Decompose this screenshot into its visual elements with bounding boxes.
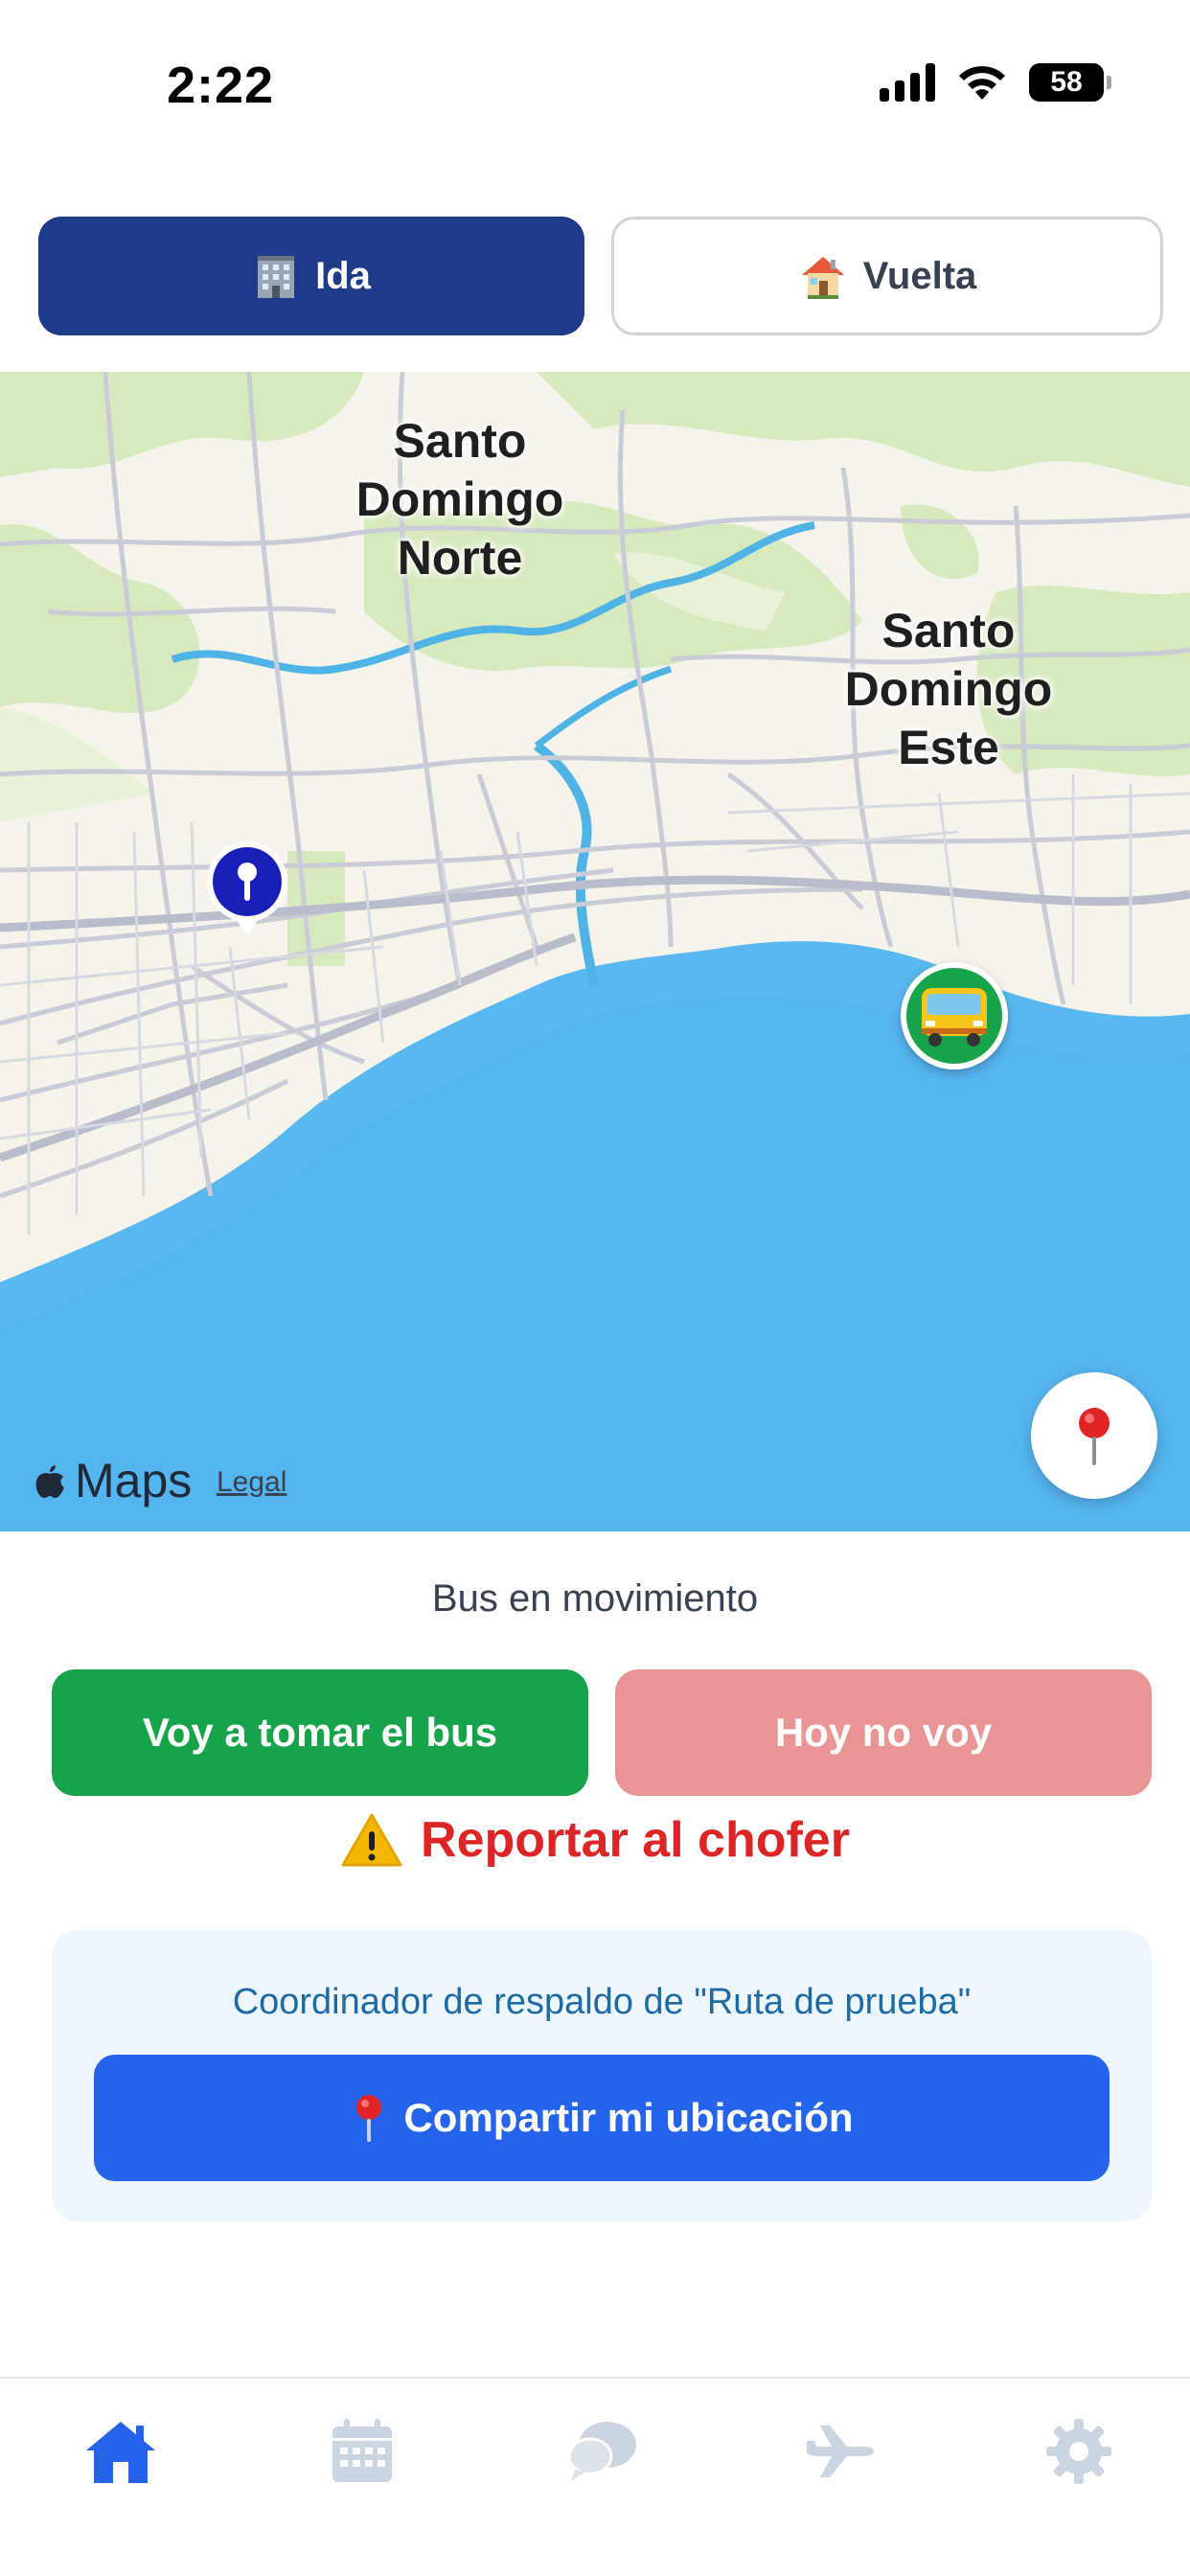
attendance-actions: Voy a tomar el bus Hoy no voy [52,1669,1152,1796]
wifi-icon [959,66,1005,100]
maps-brand: Maps [75,1454,193,1507]
bottom-tab-bar [0,2377,1190,2576]
pin-location-button[interactable] [1031,1372,1157,1499]
office-building-icon [258,256,295,298]
status-bar: 2:22 58 [0,0,1190,182]
tab-home[interactable] [73,2404,169,2499]
bus-location-icon[interactable] [901,962,1008,1070]
apple-maps-attribution: Maps [33,1453,192,1508]
airplane-icon [807,2426,874,2477]
take-bus-button[interactable]: Voy a tomar el bus [52,1669,588,1796]
share-location-button[interactable]: Compartir mi ubicación [94,2055,1110,2181]
map-label-santo-domingo-norte: Santo Domingo Norte [355,414,564,585]
report-driver-button[interactable]: Reportar al chofer [0,1811,1190,1869]
ida-label: Ida [315,254,371,297]
map-view[interactable]: Santo Domingo Norte Santo Domingo Este M… [0,372,1190,1531]
share-location-label: Compartir mi ubicación [403,2095,854,2140]
report-driver-label: Reportar al chofer [421,1812,850,1868]
chat-icon [567,2422,636,2481]
settings-icon [1046,2419,1111,2484]
tab-trips[interactable] [791,2404,887,2499]
ida-button[interactable]: Ida [38,217,584,335]
backup-coordinator-card: Coordinador de respaldo de "Ruta de prue… [52,1930,1152,2221]
tab-chat[interactable] [554,2404,650,2499]
stop-pin-icon[interactable] [205,840,289,939]
calendar-icon [332,2419,392,2482]
cellular-signal-icon [880,63,935,102]
direction-toggle: Ida Vuelta [38,217,1163,335]
battery-icon: 58 [1029,63,1111,102]
warning-icon [341,1813,402,1867]
maps-legal-link[interactable]: Legal [217,1466,286,1499]
red-pushpin-icon [1079,1408,1110,1465]
map-label-santo-domingo-este: Santo Domingo Este [844,604,1053,774]
vuelta-button[interactable]: Vuelta [611,217,1163,335]
not-going-today-button[interactable]: Hoy no voy [615,1669,1152,1796]
apple-logo-icon [35,1465,64,1498]
bus-status-text: Bus en movimiento [431,1577,759,1620]
status-time: 2:22 [167,57,275,114]
red-pushpin-icon [356,2095,382,2142]
tab-settings[interactable] [1031,2404,1127,2499]
coordinator-title: Coordinador de respaldo de "Ruta de prue… [232,1982,972,2022]
battery-percent: 58 [1050,66,1083,98]
home-icon [86,2422,155,2483]
vuelta-label: Vuelta [862,254,977,297]
tab-calendar[interactable] [314,2404,410,2499]
status-icons: 58 [880,63,1111,102]
house-icon [801,257,844,299]
